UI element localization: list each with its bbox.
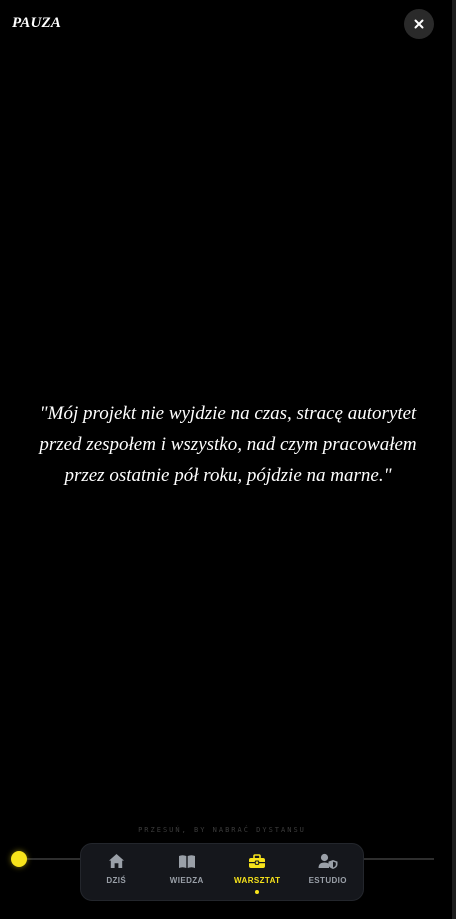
slider-hint: PRZESUŃ, BY NABRAĆ DYSTANSU — [138, 826, 306, 834]
nav-label-dzis: DZIŚ — [106, 876, 127, 885]
home-icon — [108, 854, 124, 868]
nav-item-wiedza[interactable]: WIEDZA — [154, 844, 220, 900]
nav-item-estudio[interactable]: ESTUDIO — [295, 844, 361, 900]
nav-label-estudio: ESTUDIO — [308, 876, 347, 885]
user-shield-icon — [318, 853, 338, 869]
nav-item-dzis[interactable]: DZIŚ — [83, 844, 149, 900]
close-icon — [414, 19, 424, 29]
bottom-nav: DZIŚ WIEDZA WARSZTAT ESTUDIO — [80, 843, 364, 901]
book-icon — [178, 854, 195, 868]
nav-item-warsztat[interactable]: WARSZTAT — [224, 844, 290, 900]
nav-label-wiedza: WIEDZA — [169, 876, 204, 885]
toolbox-icon — [249, 853, 266, 868]
scrollbar-edge — [452, 0, 456, 919]
close-button[interactable] — [404, 9, 434, 39]
active-indicator-dot — [255, 890, 260, 894]
thought-quote: "Mój projekt nie wyjdzie na czas, stracę… — [39, 403, 417, 486]
app-title: PAUZA — [12, 15, 62, 31]
nav-label-warsztat: WARSZTAT — [234, 876, 281, 885]
distance-slider-thumb[interactable] — [11, 851, 27, 867]
